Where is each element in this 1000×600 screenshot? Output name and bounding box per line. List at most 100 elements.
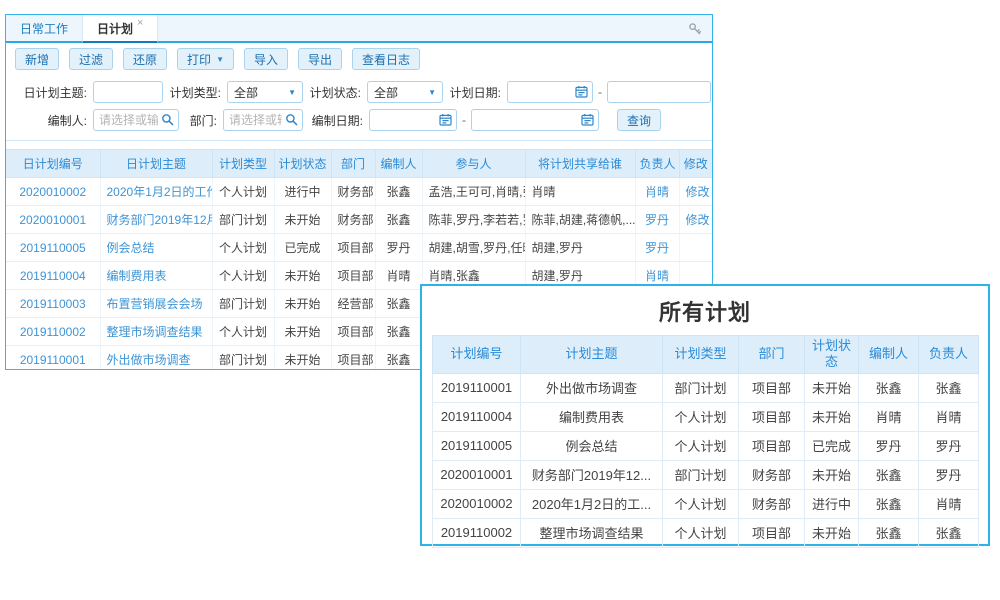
import-button-label: 导入 bbox=[254, 51, 278, 68]
calendar-icon[interactable] bbox=[574, 84, 589, 99]
dept-cell: 财务部 bbox=[739, 489, 805, 518]
col-plan-subject[interactable]: 日计划主题 bbox=[100, 150, 212, 178]
owner-cell: 肖晴 bbox=[919, 489, 979, 518]
plan-date-end-input[interactable] bbox=[607, 81, 711, 103]
import-button[interactable]: 导入 bbox=[244, 48, 288, 70]
table-row: 2020010002 2020年1月2日的工作日... 个人计划 进行中 财务部… bbox=[6, 178, 712, 206]
plan-id-link[interactable]: 2020010002 bbox=[19, 185, 86, 199]
plan-type-value: 全部 bbox=[234, 84, 258, 101]
plan-subject-link[interactable]: 2020年1月2日的工作日... bbox=[107, 185, 213, 199]
search-icon[interactable] bbox=[160, 112, 175, 127]
print-button[interactable]: 打印 ▼ bbox=[177, 48, 234, 70]
calendar-icon[interactable] bbox=[580, 112, 595, 127]
plan-type-cell: 个人计划 bbox=[663, 431, 739, 460]
table-row: 2019110004 编制费用表 个人计划 项目部 未开始 肖晴 肖晴 bbox=[433, 402, 979, 431]
dept-cell: 财务部 bbox=[331, 206, 375, 234]
plan-id-link[interactable]: 2020010001 bbox=[19, 213, 86, 227]
dropdown-arrow-icon: ▼ bbox=[216, 55, 224, 64]
plan-subject-link[interactable]: 财务部门2019年12月的... bbox=[107, 213, 213, 227]
plan-status-cell: 未开始 bbox=[274, 318, 331, 346]
tab-label: 日计划 bbox=[97, 20, 133, 37]
dept-cell: 项目部 bbox=[739, 518, 805, 547]
compiler-cell: 张鑫 bbox=[859, 373, 919, 402]
plan-type-cell: 部门计划 bbox=[663, 460, 739, 489]
plan-id-link[interactable]: 2019110005 bbox=[20, 241, 86, 255]
plan-status-cell: 进行中 bbox=[274, 178, 331, 206]
dept-cell: 项目部 bbox=[739, 402, 805, 431]
all-plans-panel: 所有计划 计划编号 计划主题 计划类型 部门 计划状态 编制人 负责人 2019… bbox=[420, 284, 990, 546]
filter-button[interactable]: 过滤 bbox=[69, 48, 113, 70]
table-row: 2019110005 例会总结 个人计划 已完成 项目部 罗丹 胡建,胡雪,罗丹… bbox=[6, 234, 712, 262]
plan-status-select[interactable]: 全部 ▼ bbox=[367, 81, 443, 103]
plan-status-value: 全部 bbox=[374, 84, 398, 101]
search-button[interactable]: 查询 bbox=[617, 109, 661, 131]
plan-type-select[interactable]: 全部 ▼ bbox=[227, 81, 303, 103]
col-plan-id[interactable]: 日计划编号 bbox=[6, 150, 100, 178]
plan-subject-link[interactable]: 外出做市场调查 bbox=[107, 353, 191, 367]
col-dept[interactable]: 部门 bbox=[331, 150, 375, 178]
owner-cell: 肖晴 bbox=[919, 402, 979, 431]
plan-type-cell: 部门计划 bbox=[212, 206, 274, 234]
compiler-cell: 张鑫 bbox=[859, 518, 919, 547]
plan-subject-link[interactable]: 编制费用表 bbox=[107, 269, 167, 283]
plan-type-cell: 个人计划 bbox=[663, 518, 739, 547]
col-plan-id: 计划编号 bbox=[433, 336, 521, 374]
plan-id-cell: 2019110002 bbox=[433, 518, 521, 547]
dept-cell: 项目部 bbox=[739, 431, 805, 460]
compiler-cell: 张鑫 bbox=[375, 178, 422, 206]
plan-subject-link[interactable]: 整理市场调查结果 bbox=[107, 325, 203, 339]
plan-type-cell: 个人计划 bbox=[212, 178, 274, 206]
compiler-cell: 张鑫 bbox=[375, 206, 422, 234]
add-button[interactable]: 新增 bbox=[15, 48, 59, 70]
plan-id-link[interactable]: 2019110001 bbox=[20, 353, 86, 367]
col-participants[interactable]: 参与人 bbox=[422, 150, 525, 178]
modify-link[interactable]: 修改 bbox=[686, 185, 710, 199]
plan-subject-link[interactable]: 布置营销展会会场 bbox=[107, 297, 203, 311]
export-button-label: 导出 bbox=[308, 51, 332, 68]
col-share-with[interactable]: 将计划共享给谁 bbox=[525, 150, 635, 178]
subject-label: 日计划主题: bbox=[15, 84, 93, 101]
dept-cell: 财务部 bbox=[331, 178, 375, 206]
col-compiler: 编制人 bbox=[859, 336, 919, 374]
key-icon[interactable] bbox=[686, 20, 704, 38]
participants-cell: 胡建,胡雪,罗丹,任晓... bbox=[422, 234, 525, 262]
tab-close-icon[interactable]: × bbox=[137, 17, 143, 29]
plan-subject-link[interactable]: 例会总结 bbox=[107, 241, 155, 255]
col-plan-status[interactable]: 计划状态 bbox=[274, 150, 331, 178]
restore-button[interactable]: 还原 bbox=[123, 48, 167, 70]
col-modify[interactable]: 修改 bbox=[679, 150, 712, 178]
dept-cell: 项目部 bbox=[331, 262, 375, 290]
table-header-row: 日计划编号 日计划主题 计划类型 计划状态 部门 编制人 参与人 将计划共享给谁… bbox=[6, 150, 712, 178]
modify-link[interactable]: 修改 bbox=[686, 213, 710, 227]
plan-id-cell: 2019110004 bbox=[433, 402, 521, 431]
tab-label: 日常工作 bbox=[20, 20, 68, 37]
plan-id-link[interactable]: 2019110004 bbox=[20, 269, 86, 283]
owner-link[interactable]: 罗丹 bbox=[645, 241, 669, 255]
compiler-cell: 张鑫 bbox=[375, 346, 422, 371]
participants-cell: 孟浩,王可可,肖晴,张鑫 bbox=[422, 178, 525, 206]
participants-cell: 陈菲,罗丹,李若若,罗... bbox=[422, 206, 525, 234]
col-plan-type[interactable]: 计划类型 bbox=[212, 150, 274, 178]
search-icon[interactable] bbox=[284, 112, 299, 127]
col-compiler[interactable]: 编制人 bbox=[375, 150, 422, 178]
compiler-cell: 张鑫 bbox=[375, 318, 422, 346]
owner-link[interactable]: 肖晴 bbox=[645, 269, 669, 283]
compiler-cell: 张鑫 bbox=[859, 489, 919, 518]
owner-link[interactable]: 肖晴 bbox=[645, 185, 669, 199]
view-log-button[interactable]: 查看日志 bbox=[352, 48, 420, 70]
calendar-icon[interactable] bbox=[438, 112, 453, 127]
table-row: 2019110005 例会总结 个人计划 项目部 已完成 罗丹 罗丹 bbox=[433, 431, 979, 460]
plan-subject-cell: 整理市场调查结果 bbox=[521, 518, 663, 547]
tab-daily-plan[interactable]: 日计划 × bbox=[82, 15, 158, 43]
plan-status-cell: 未开始 bbox=[805, 460, 859, 489]
plan-id-link[interactable]: 2019110003 bbox=[20, 297, 86, 311]
export-button[interactable]: 导出 bbox=[298, 48, 342, 70]
tab-daily-work[interactable]: 日常工作 bbox=[6, 15, 82, 41]
all-plans-title: 所有计划 bbox=[432, 286, 978, 335]
owner-link[interactable]: 罗丹 bbox=[645, 213, 669, 227]
plan-id-link[interactable]: 2019110002 bbox=[20, 325, 86, 339]
plan-type-cell: 个人计划 bbox=[212, 262, 274, 290]
filter-button-label: 过滤 bbox=[79, 51, 103, 68]
col-owner[interactable]: 负责人 bbox=[635, 150, 679, 178]
subject-input[interactable] bbox=[93, 81, 163, 103]
